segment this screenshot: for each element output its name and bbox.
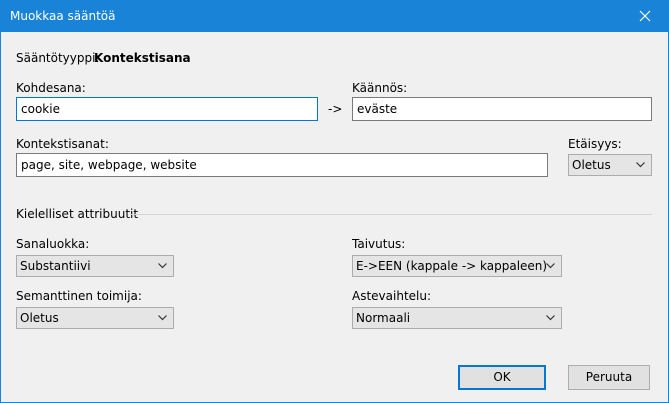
chevron-down-icon [636,162,645,168]
ok-button[interactable]: OK [458,365,546,390]
context-words-input[interactable]: page, site, webpage, website [16,153,548,177]
semantic-agent-value: Oletus [20,311,59,325]
close-icon [639,10,651,22]
rule-type-label: Sääntötyyppi: [16,51,100,65]
linguistic-attributes-heading: Kielelliset attribuutit [16,207,139,221]
target-word-input[interactable]: cookie [16,97,318,121]
edit-rule-dialog: Muokkaa sääntöä Sääntötyyppi: Kontekstis… [0,0,669,403]
close-button[interactable] [622,1,668,32]
dialog-title: Muokkaa sääntöä [10,9,116,23]
target-word-label: Kohdesana: [16,81,86,95]
section-divider [131,214,652,215]
gradation-value: Normaali [356,311,411,325]
semantic-agent-label: Semanttinen toimija: [16,289,142,303]
rule-type-value: Kontekstisana [94,51,191,65]
semantic-agent-select[interactable]: Oletus [16,307,174,329]
word-class-select[interactable]: Substantiivi [16,255,174,277]
chevron-down-icon [546,263,555,269]
gradation-select[interactable]: Normaali [352,307,562,329]
chevron-down-icon [158,263,167,269]
context-words-label: Kontekstisanat: [16,137,109,151]
translation-input[interactable]: eväste [352,97,652,121]
distance-select[interactable]: Oletus [568,154,652,176]
chevron-down-icon [158,315,167,321]
cancel-button[interactable]: Peruuta [568,365,650,390]
inflection-value: E->EEN (kappale -> kappaleen) [356,259,548,273]
arrow-label: -> [328,102,343,116]
distance-label: Etäisyys: [568,137,622,151]
title-bar: Muokkaa sääntöä [1,1,668,32]
word-class-label: Sanaluokka: [16,237,90,251]
inflection-select[interactable]: E->EEN (kappale -> kappaleen) [352,255,562,277]
distance-value: Oletus [572,158,611,172]
gradation-label: Astevaihtelu: [352,289,432,303]
chevron-down-icon [546,315,555,321]
translation-label: Käännös: [352,81,408,95]
inflection-label: Taivutus: [352,237,406,251]
word-class-value: Substantiivi [20,259,91,273]
